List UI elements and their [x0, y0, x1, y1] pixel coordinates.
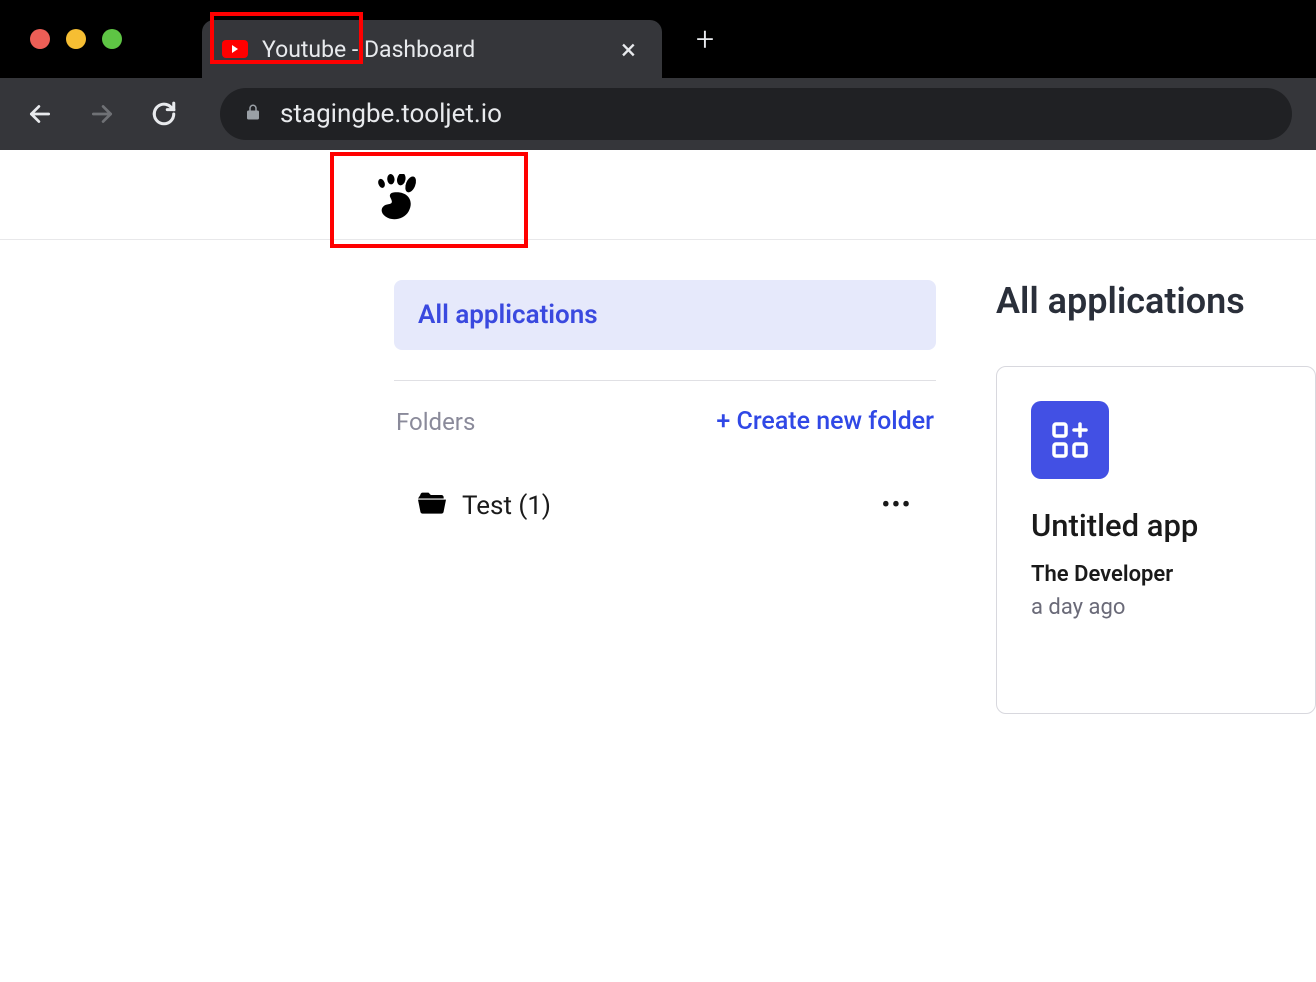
new-tab-button[interactable]: + [696, 20, 714, 58]
window-close-button[interactable] [30, 29, 50, 49]
app-time: a day ago [1031, 595, 1281, 620]
logo-highlight-annotation [330, 152, 528, 248]
folder-icon [418, 490, 446, 521]
folder-item[interactable]: Test (1) ••• [394, 464, 936, 547]
sidebar-item-all-applications[interactable]: All applications [394, 280, 936, 350]
window-controls [30, 29, 122, 49]
app-grid-icon [1031, 401, 1109, 479]
app-author: The Developer [1031, 562, 1281, 587]
page-header [0, 150, 1316, 240]
main-area: All applications Untitled app The Develo… [996, 280, 1316, 714]
tab-bar: Youtube - Dashboard × + [0, 0, 1316, 78]
address-bar[interactable]: stagingbe.tooljet.io [220, 88, 1292, 140]
create-folder-button[interactable]: + Create new folder [716, 407, 934, 436]
divider [394, 380, 936, 381]
browser-tab[interactable]: Youtube - Dashboard × [202, 20, 662, 78]
youtube-icon [222, 40, 248, 58]
forward-button[interactable] [86, 98, 118, 130]
folder-more-button[interactable]: ••• [882, 493, 912, 518]
window-minimize-button[interactable] [66, 29, 86, 49]
app-title: Untitled app [1031, 507, 1281, 544]
tab-title: Youtube - Dashboard [262, 36, 601, 63]
lock-icon [244, 102, 262, 127]
folders-label: Folders [396, 408, 475, 436]
content-area: All applications Folders + Create new fo… [0, 240, 1316, 714]
browser-chrome: Youtube - Dashboard × + stagingbe.toolje… [0, 0, 1316, 150]
tab-close-button[interactable]: × [615, 33, 642, 66]
app-card[interactable]: Untitled app The Developer a day ago [996, 366, 1316, 714]
sidebar-item-label: All applications [418, 300, 598, 330]
page-content: All applications Folders + Create new fo… [0, 150, 1316, 714]
reload-button[interactable] [148, 98, 180, 130]
folders-header: Folders + Create new folder [394, 407, 936, 436]
nav-bar: stagingbe.tooljet.io [0, 78, 1316, 150]
url-text: stagingbe.tooljet.io [280, 99, 502, 129]
page-title: All applications [996, 280, 1316, 322]
sidebar: All applications Folders + Create new fo… [394, 280, 936, 714]
back-button[interactable] [24, 98, 56, 130]
folder-name: Test (1) [462, 491, 866, 521]
window-maximize-button[interactable] [102, 29, 122, 49]
gnome-foot-icon [368, 174, 420, 226]
